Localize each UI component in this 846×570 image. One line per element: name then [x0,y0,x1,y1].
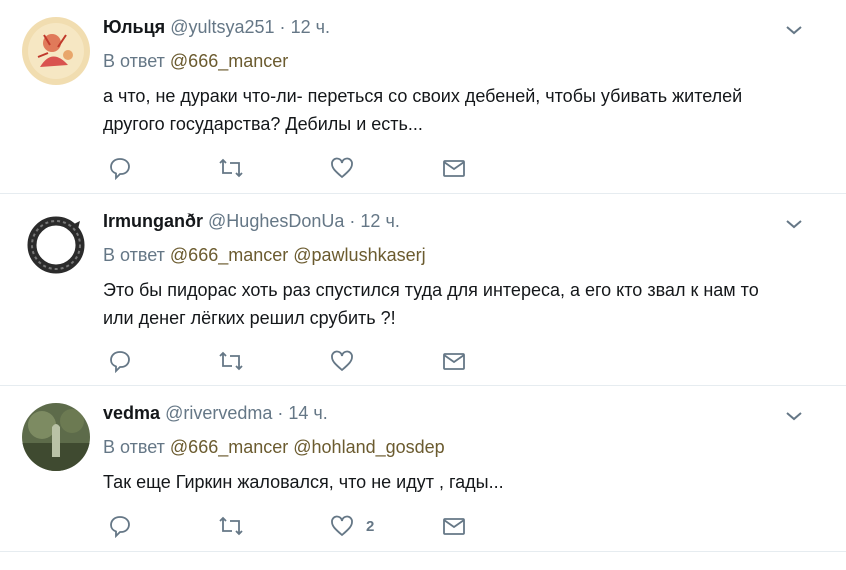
tweet-header: vedma @rivervedma · 14 ч. [103,400,328,426]
timestamp[interactable]: 12 ч. [291,17,330,37]
heart-icon [331,157,353,179]
reply-button[interactable] [108,156,132,180]
tweet-text: Это бы пидорас хоть раз спустился туда д… [103,276,823,332]
retweet-button[interactable] [218,514,244,538]
envelope-icon [443,160,465,177]
like-button[interactable] [330,349,366,373]
reply-button[interactable] [108,349,132,373]
avatar[interactable] [22,403,90,471]
tweet-text-line: или денег лёгких решил срубить ?! [103,308,396,328]
reply-context: В ответ @666_mancer [103,48,288,74]
tweet[interactable]: Irmunganðr @HughesDonUa · 12 ч. В ответ … [0,194,846,386]
tweet-text: а что, не дураки что-ли- переться со сво… [103,82,823,138]
chevron-down-icon[interactable] [784,406,804,426]
user-name[interactable]: Irmunganðr [103,211,203,231]
timestamp[interactable]: 14 ч. [288,403,327,423]
tweet[interactable]: vedma @rivervedma · 14 ч. В ответ @666_m… [0,386,846,552]
tweet-text-line: другого государства? Дебилы и есть... [103,114,423,134]
envelope-icon [443,353,465,370]
mention-link[interactable]: @666_mancer [170,245,288,265]
chevron-down-icon[interactable] [784,20,804,40]
chevron-down-icon[interactable] [784,214,804,234]
mention-link[interactable]: @666_mancer [170,437,288,457]
direct-message-button[interactable] [442,514,466,538]
retweet-icon [219,351,243,371]
like-button[interactable] [330,156,366,180]
reply-icon [110,351,130,373]
heart-icon [331,515,353,537]
separator: · [277,403,284,423]
timestamp[interactable]: 12 ч. [360,211,399,231]
like-count: 2 [366,517,375,535]
mention-link[interactable]: @pawlushkaserj [293,245,425,265]
tweet-text-line: Это бы пидорас хоть раз спустился туда д… [103,280,759,300]
tweet-actions [108,349,468,373]
reply-prefix: В ответ [103,51,165,71]
reply-icon [110,516,130,538]
reply-prefix: В ответ [103,437,165,457]
heart-icon [331,350,353,372]
tweet-text-line: Так еще Гиркин жаловался, что не идут , … [103,472,504,492]
retweet-button[interactable] [218,349,244,373]
reply-button[interactable] [108,514,132,538]
separator: · [279,17,286,37]
tweet-text-line: а что, не дураки что-ли- переться со сво… [103,86,743,106]
reply-context: В ответ @666_mancer @pawlushkaserj [103,242,426,268]
avatar[interactable] [22,211,90,279]
user-handle[interactable]: @HughesDonUa [208,211,344,231]
mention-link[interactable]: @hohland_gosdep [293,437,444,457]
like-button[interactable]: 2 [330,514,374,538]
tweet-actions [108,156,468,180]
direct-message-button[interactable] [442,349,466,373]
tweet-actions: 2 [108,514,468,538]
tweet-header: Irmunganðr @HughesDonUa · 12 ч. [103,208,400,234]
tweet[interactable]: Юльця @yultsya251 · 12 ч. В ответ @666_m… [0,0,846,194]
reply-context: В ответ @666_mancer @hohland_gosdep [103,434,445,460]
user-handle[interactable]: @yultsya251 [170,17,274,37]
retweet-button[interactable] [218,156,244,180]
user-name[interactable]: vedma [103,403,160,423]
retweet-icon [219,158,243,178]
reply-prefix: В ответ [103,245,165,265]
tweet-text: Так еще Гиркин жаловался, что не идут , … [103,468,823,496]
retweet-icon [219,516,243,536]
mention-link[interactable]: @666_mancer [170,51,288,71]
user-handle[interactable]: @rivervedma [165,403,272,423]
separator: · [349,211,356,231]
user-name[interactable]: Юльця [103,17,165,37]
tweet-header: Юльця @yultsya251 · 12 ч. [103,14,330,40]
direct-message-button[interactable] [442,156,466,180]
reply-icon [110,158,130,180]
avatar[interactable] [22,17,90,85]
envelope-icon [443,518,465,535]
